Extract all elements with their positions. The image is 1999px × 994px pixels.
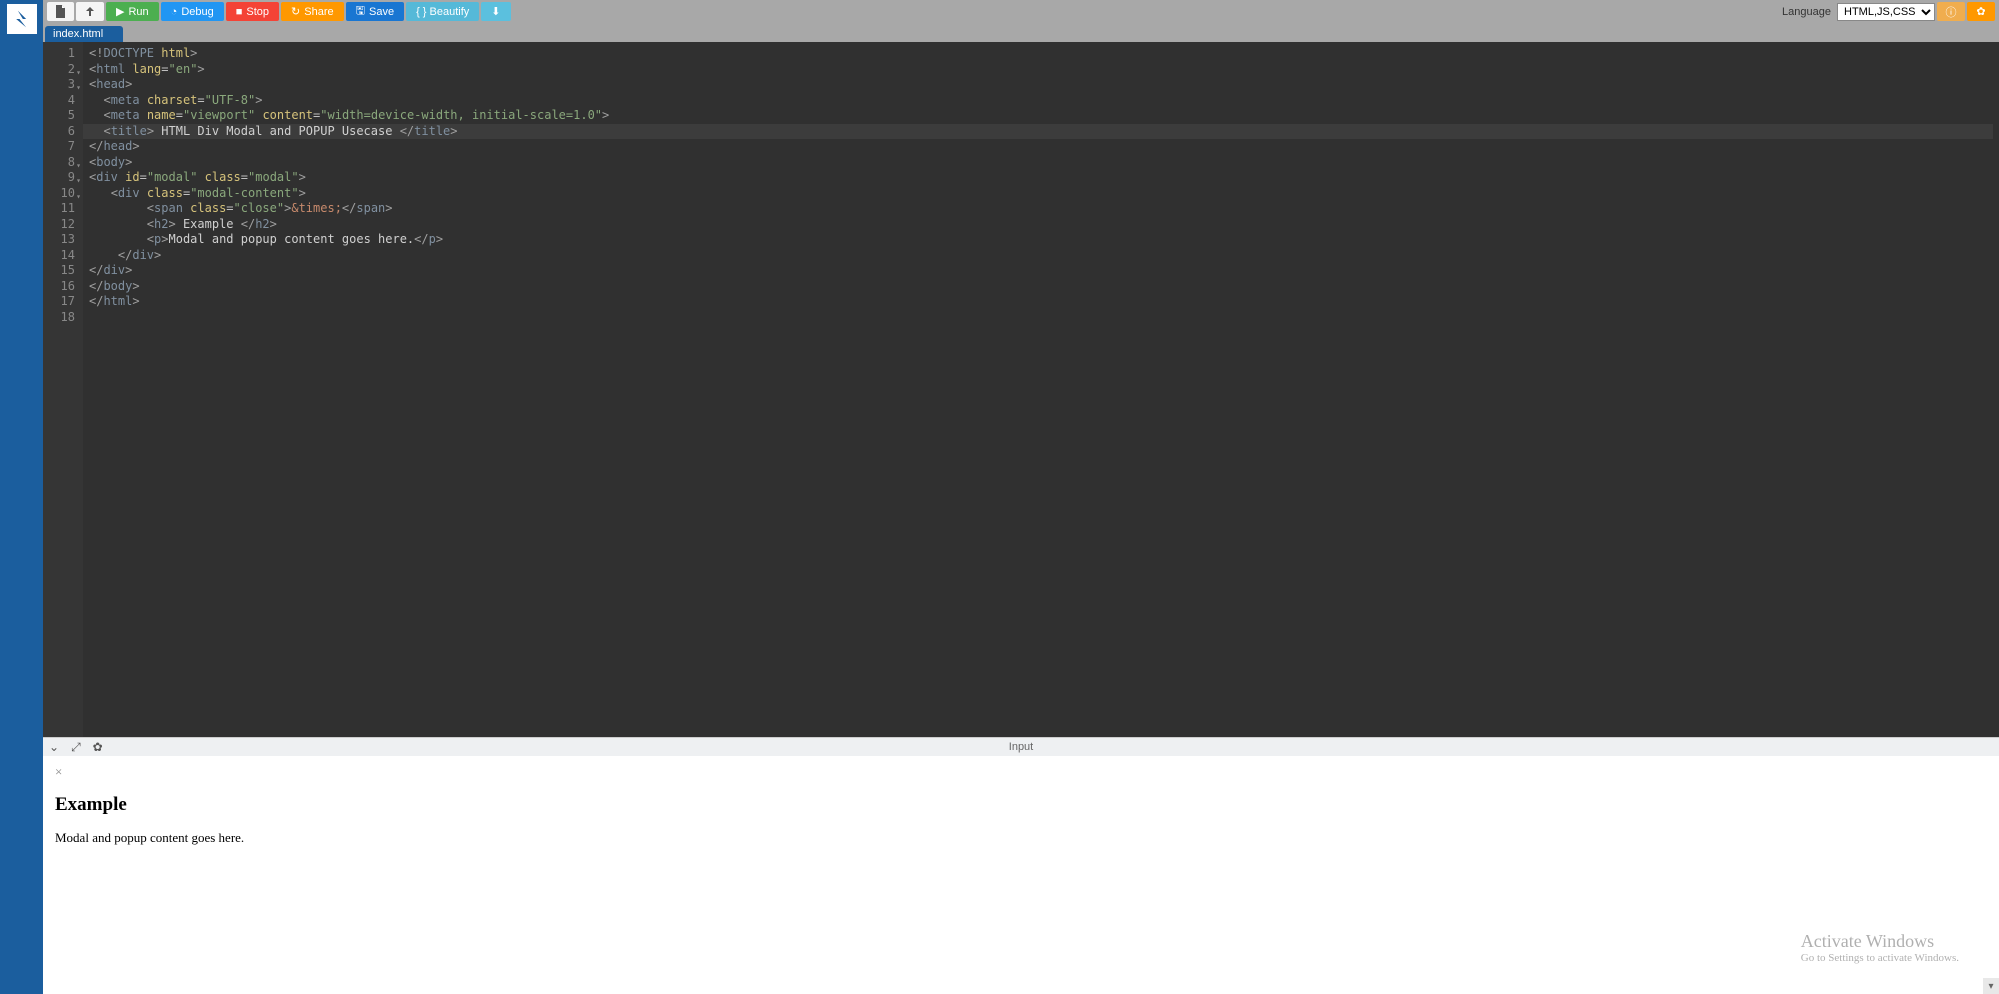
share-icon: ↻ [291,5,300,18]
scroll-down-icon[interactable]: ▾ [1983,978,1999,994]
output-paragraph: Modal and popup content goes here. [55,830,1987,846]
stop-label: Stop [246,6,269,18]
info-button[interactable]: ⓘ [1937,2,1965,21]
line-gutter: 12▾3▾45678▾9▾10▾1112131415161718 [43,42,83,737]
settings-button[interactable]: ✿ [1967,2,1995,21]
left-sidebar [0,0,43,994]
upload-button[interactable] [76,2,104,21]
logo-icon[interactable] [7,4,37,34]
watermark-title: Activate Windows [1801,931,1959,952]
info-icon: ⓘ [1946,4,1957,20]
debug-label: Debug [181,6,213,18]
output-pane: × Example Modal and popup content goes h… [43,756,1999,994]
language-label: Language [1782,6,1831,18]
run-button[interactable]: ▶ Run [106,2,159,21]
code-area[interactable]: <!DOCTYPE html><html lang="en"><head> <m… [83,42,1999,737]
gear-icon: ✿ [1976,5,1985,18]
stop-icon: ■ [236,6,243,18]
new-file-button[interactable] [47,2,74,21]
clock-icon: ◔ [171,6,178,18]
editor-tabs: index.html [43,23,1999,42]
save-label: Save [369,6,394,18]
output-label: Input [1009,741,1033,753]
gear-icon[interactable]: ✿ [93,740,103,754]
toolbar: ▶ Run ◔ Debug ■ Stop ↻ Share 🖫 Save { } … [43,0,1999,23]
save-icon: 🖫 [356,2,365,21]
share-button[interactable]: ↻ Share [281,2,344,21]
play-icon: ▶ [116,5,124,18]
download-icon: ⬇ [491,5,500,18]
download-button[interactable]: ⬇ [481,2,510,21]
watermark-sub: Go to Settings to activate Windows. [1801,952,1959,964]
output-toolbar: ⌄ ⤢ ✿ Input [43,737,1999,756]
share-label: Share [304,6,333,18]
expand-icon[interactable]: ⤢ [71,740,81,755]
close-icon[interactable]: × [55,764,1987,780]
windows-watermark: Activate Windows Go to Settings to activ… [1801,931,1959,964]
beautify-label: { } Beautify [416,6,469,18]
stop-button[interactable]: ■ Stop [226,2,279,21]
save-button[interactable]: 🖫 Save [346,2,404,21]
chevron-down-icon[interactable]: ⌄ [49,740,59,754]
beautify-button[interactable]: { } Beautify [406,2,479,21]
output-heading: Example [55,794,1987,816]
run-label: Run [128,6,148,18]
tab-index-html[interactable]: index.html [45,26,123,42]
code-editor[interactable]: 12▾3▾45678▾9▾10▾1112131415161718 <!DOCTY… [43,42,1999,737]
debug-button[interactable]: ◔ Debug [161,2,224,21]
language-select[interactable]: HTML,JS,CSS [1837,3,1935,21]
tab-label: index.html [53,28,103,40]
